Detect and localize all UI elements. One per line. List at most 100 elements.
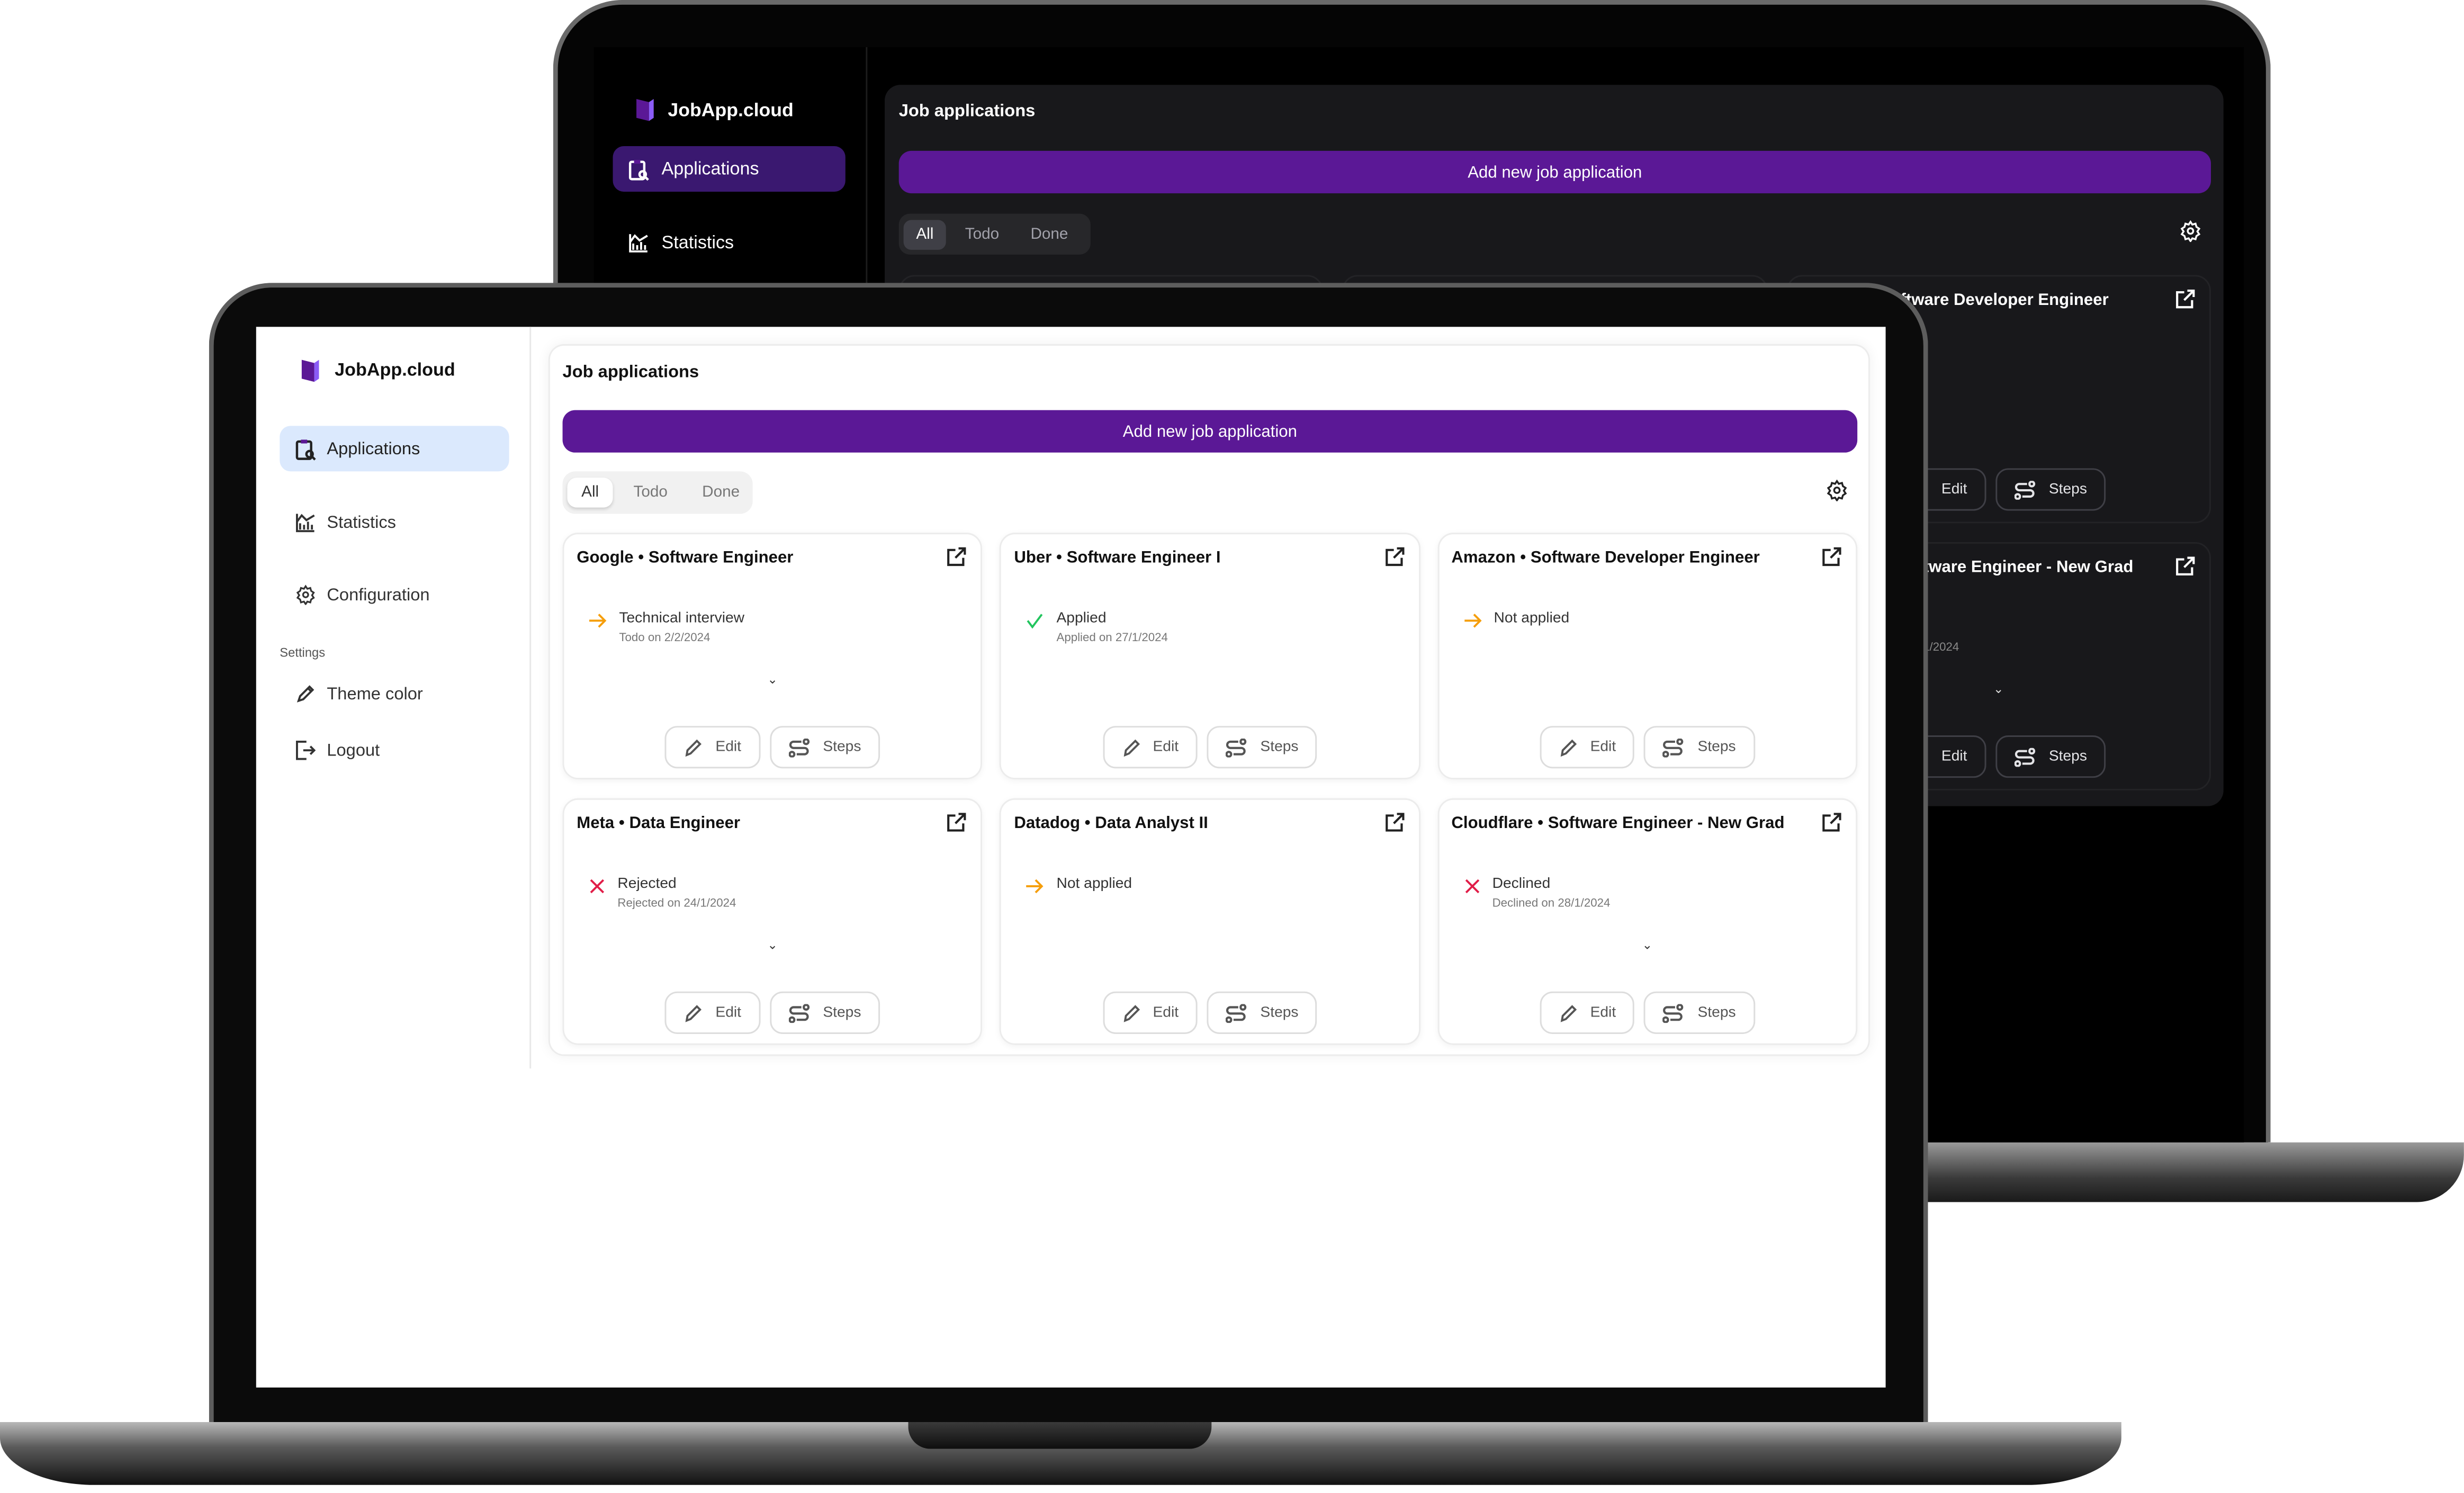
settings-gear-icon[interactable] (2180, 220, 2202, 242)
edit-button[interactable]: Edit (665, 726, 760, 769)
app-name: JobApp.cloud (668, 98, 794, 121)
sidebar-item-label: Applications (327, 439, 420, 458)
steps-button[interactable]: Steps (1644, 991, 1755, 1034)
application-card: Uber • Software Engineer I Applied Appli… (1000, 533, 1420, 780)
status-label: Not applied (1494, 609, 1570, 627)
settings-gear-icon[interactable] (1826, 479, 1848, 501)
front-laptop-screen-light-theme: JobApp.cloud Applications Statistics Con… (256, 327, 1886, 1388)
external-link-icon[interactable] (1384, 812, 1405, 833)
steps-label: Steps (823, 1004, 861, 1022)
steps-button[interactable]: Steps (769, 991, 880, 1034)
edit-button[interactable]: Edit (1540, 991, 1635, 1034)
add-job-application-button[interactable]: Add new job application (898, 150, 2211, 194)
sidebar-item-applications[interactable]: Applications (280, 426, 509, 472)
sidebar-item-theme-color[interactable]: Theme color (280, 671, 509, 716)
sidebar-item-label: Applications (661, 159, 759, 178)
external-link-icon[interactable] (947, 812, 967, 833)
steps-button[interactable]: Steps (1644, 726, 1755, 769)
sidebar-item-statistics[interactable]: Statistics (613, 220, 846, 266)
card-title: Google • Software Engineer (577, 548, 794, 568)
steps-label: Steps (1260, 1004, 1299, 1022)
add-job-application-button[interactable]: Add new job application (562, 410, 1858, 453)
edit-label: Edit (1153, 1004, 1179, 1022)
sidebar-item-label: Statistics (661, 233, 734, 253)
card-title: Meta • Data Engineer (577, 814, 741, 833)
external-link-icon[interactable] (1821, 547, 1842, 568)
steps-icon (1226, 737, 1248, 757)
edit-button[interactable]: Edit (1540, 726, 1635, 769)
external-link-icon[interactable] (2175, 556, 2196, 577)
steps-label: Steps (1697, 738, 1736, 756)
status-date: Todo on 2/2/2024 (619, 630, 711, 644)
edit-button[interactable]: Edit (1102, 726, 1198, 769)
pencil-icon (1121, 1003, 1140, 1022)
chart-icon (295, 512, 316, 533)
tab-all[interactable]: All (567, 478, 613, 508)
tab-all[interactable]: All (903, 219, 947, 249)
laptop-notch (908, 1422, 1212, 1449)
edit-button[interactable]: Edit (1102, 991, 1198, 1034)
logo-icon (635, 97, 655, 122)
app-name: JobApp.cloud (335, 361, 455, 381)
sidebar-item-logout[interactable]: Logout (280, 727, 509, 773)
status: Technical interview Todo on 2/2/2024 (589, 610, 744, 644)
status-label: Applied (1056, 609, 1107, 627)
chevron-down-icon[interactable]: ⌄ (1642, 938, 1652, 952)
steps-button[interactable]: Steps (1207, 726, 1318, 769)
sidebar-item-label: Logout (327, 741, 380, 760)
back-laptop-base (1885, 1142, 2464, 1202)
external-link-icon[interactable] (947, 547, 967, 568)
status-label: Technical interview (619, 609, 745, 627)
external-link-icon[interactable] (1821, 812, 1842, 833)
logo[interactable]: JobApp.cloud (635, 97, 794, 122)
chevron-down-icon[interactable]: ⌄ (767, 672, 778, 687)
card-title: Datadog • Data Analyst II (1014, 814, 1208, 833)
sidebar-item-applications[interactable]: Applications (613, 146, 846, 192)
edit-button[interactable]: Edit (665, 991, 760, 1034)
status: Rejected Rejected on 24/1/2024 (589, 875, 736, 910)
steps-icon (1226, 1003, 1248, 1022)
application-card: Cloudflare • Software Engineer - New Gra… (1437, 798, 1858, 1045)
sidebar-item-configuration[interactable]: Configuration (280, 572, 509, 617)
steps-button[interactable]: Steps (1995, 468, 2106, 511)
edit-label: Edit (1153, 738, 1179, 756)
pencil-icon (1559, 1003, 1578, 1022)
chevron-down-icon[interactable]: ⌄ (767, 938, 778, 952)
page-title: Job applications (898, 102, 1036, 121)
tab-done[interactable]: Done (688, 478, 753, 507)
x-icon (1464, 878, 1480, 894)
application-card: Datadog • Data Analyst II Not applied Ed… (1000, 798, 1420, 1045)
filter-tabs: All Todo Done (562, 471, 753, 514)
sidebar-item-label: Configuration (327, 585, 430, 605)
status: Not applied (1464, 610, 1569, 629)
card-title: Cloudflare • Software Engineer - New Gra… (1451, 814, 1785, 833)
job-applications-panel: Job applications Add new job application… (548, 344, 1870, 1056)
sidebar-item-label: Theme color (327, 684, 423, 704)
pencil-icon (684, 1003, 703, 1022)
check-icon (1027, 613, 1044, 629)
logout-icon (295, 740, 316, 761)
edit-label: Edit (1590, 738, 1616, 756)
external-link-icon[interactable] (1384, 547, 1405, 568)
clipboard-search-icon (628, 158, 649, 180)
edit-label: Edit (1590, 1004, 1616, 1022)
steps-button[interactable]: Steps (1207, 991, 1318, 1034)
chevron-down-icon[interactable]: ⌄ (1993, 682, 2004, 696)
external-link-icon[interactable] (2175, 289, 2196, 310)
tab-todo[interactable]: Todo (952, 219, 1012, 249)
filter-tabs: All Todo Done (898, 213, 1091, 255)
status-label: Declined (1492, 875, 1551, 893)
arrow-right-icon (589, 613, 607, 629)
application-card: Google • Software Engineer Technical int… (562, 533, 983, 780)
logo[interactable]: JobApp.cloud (300, 358, 455, 383)
sidebar-item-statistics[interactable]: Statistics (280, 500, 509, 545)
applications-grid: Google • Software Engineer Technical int… (562, 533, 1858, 1045)
pipette-icon (295, 683, 316, 704)
edit-label: Edit (715, 738, 742, 756)
steps-button[interactable]: Steps (769, 726, 880, 769)
tab-done[interactable]: Done (1018, 219, 1081, 249)
tab-todo[interactable]: Todo (619, 478, 682, 507)
edit-label: Edit (1941, 748, 1967, 766)
steps-button[interactable]: Steps (1995, 735, 2106, 778)
clipboard-search-icon (295, 438, 316, 460)
